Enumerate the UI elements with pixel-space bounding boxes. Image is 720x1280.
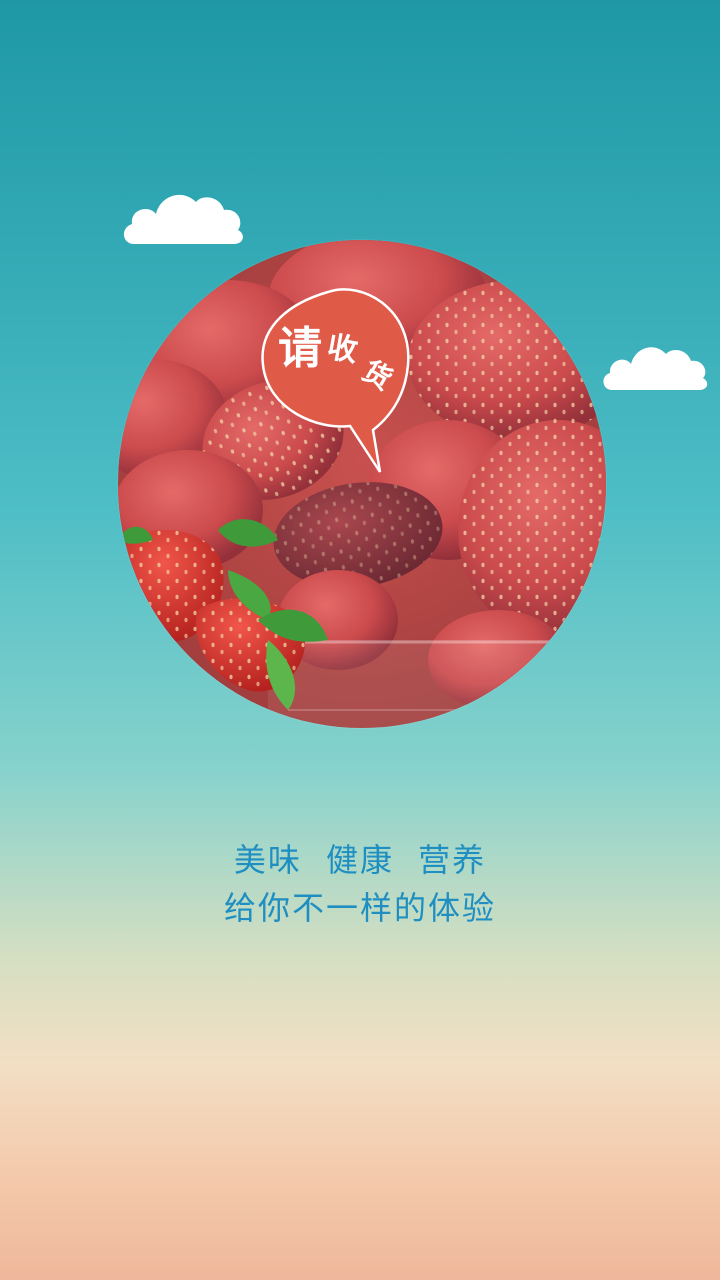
badge-text: 请 收 货: [278, 310, 408, 410]
tagline-line1: 美味 健康 营养: [233, 841, 487, 879]
cloud-icon: [603, 347, 708, 390]
badge-char-3: 货: [356, 354, 398, 397]
tagline-line2: 给你不一样的体验: [223, 889, 496, 927]
badge-char-2: 收: [324, 329, 361, 370]
cloud-icon: [123, 194, 243, 244]
badge-char-1: 请: [278, 323, 322, 374]
